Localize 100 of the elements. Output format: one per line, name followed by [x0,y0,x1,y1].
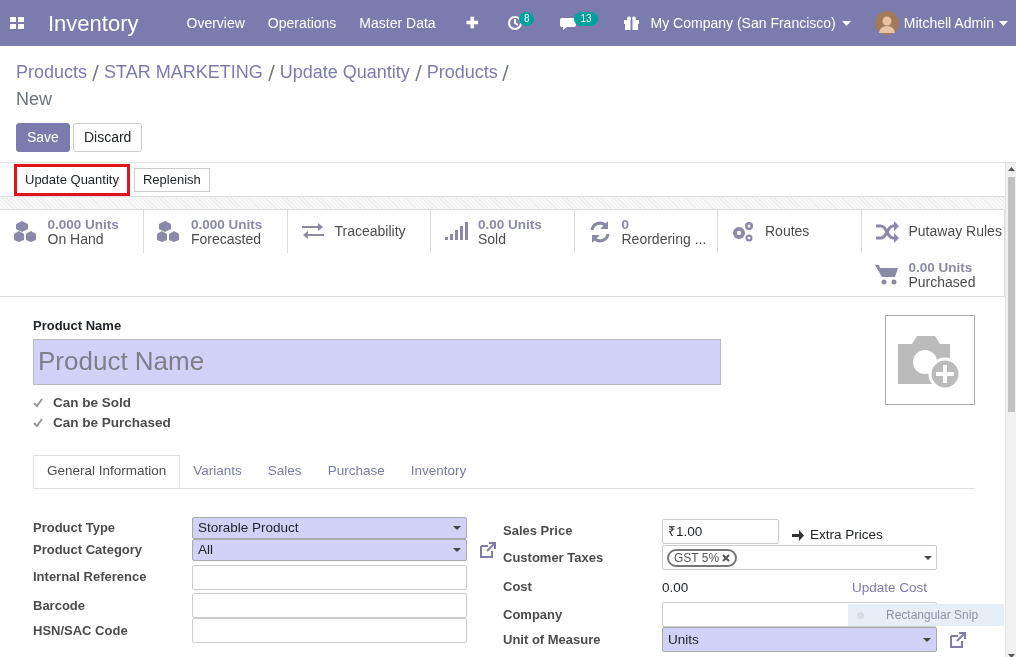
tags-field[interactable]: GST 5% [662,545,937,571]
scrollbar[interactable] [1005,163,1016,657]
tab[interactable]: Variants [180,455,255,488]
menu-item[interactable]: Master Data [359,12,436,34]
field-label: Unit of Measure [503,631,602,649]
cubes-icon [157,219,181,244]
action-button[interactable]: Update Quantity [14,163,130,196]
breadcrumb-link[interactable]: Products [16,59,88,86]
save-button[interactable]: Save [16,123,70,152]
action-button[interactable]: Replenish [133,167,210,192]
link-text: Extra Prices [810,526,883,544]
field-label: Internal Reference [33,568,148,587]
select-field[interactable]: Units [662,627,937,653]
input-field[interactable] [192,618,467,643]
slash-icon [267,65,275,81]
stat-value: 0.00 Units [478,216,542,232]
external-link-icon[interactable] [479,541,497,559]
stat-button[interactable]: Routes [718,210,862,253]
field-label: Product Category [33,541,144,560]
breadcrumb-link[interactable]: STAR MARKETING [104,59,263,86]
field-label: HSN/SAC Code [33,621,129,640]
app-name[interactable]: Inventory [48,6,139,40]
activity-badge: 8 [518,12,535,26]
tab[interactable]: Inventory [397,455,480,488]
caret-icon [999,20,1008,26]
stat-label: Forecasted [191,231,263,247]
field-label: Product Type [33,519,117,538]
scroll-up-icon [1007,167,1015,171]
slash-icon [92,65,100,81]
select-field[interactable]: All [192,539,467,561]
external-link-icon[interactable] [949,630,967,649]
checkbox-option[interactable]: Can be Purchased [33,412,721,433]
stat-label: Reordering ... [621,231,707,247]
menu-item[interactable]: Overview [186,12,245,34]
gift-icon [623,16,639,30]
stat-button[interactable]: 0.000 Units Forecasted [144,210,288,253]
stat-label: Routes [765,224,810,239]
scroll-down-icon [1007,654,1015,657]
image-placeholder[interactable] [885,315,975,405]
price-field[interactable]: ₹1.00 [662,518,779,544]
field-label: Customer Taxes [503,549,605,567]
dropdown-caret-icon [453,548,461,552]
discard-button[interactable]: Discard [72,123,143,152]
stat-label: Putaway Rules [908,224,1002,239]
slash-icon [414,65,422,81]
cart-icon [874,262,899,287]
company-name: My Company (San Francisco) [650,13,836,33]
stat-button[interactable]: Traceability [287,210,431,253]
field-label: Sales Price [503,522,574,541]
stat-label: Traceability [334,224,406,239]
cubes-icon [13,219,38,244]
dropdown-caret-icon [453,526,461,530]
company-switcher[interactable]: My Company (San Francisco) [650,12,851,34]
select-value: All [198,540,213,559]
stat-button[interactable]: 0.000 Units On Hand [0,210,144,253]
input-field[interactable] [192,593,467,618]
select-field[interactable]: Storable Product [192,517,467,539]
extra-prices-link[interactable]: Extra Prices [792,525,883,546]
messages-badge: 13 [574,12,598,26]
checkbox[interactable] [33,417,43,428]
field-label: Product Name [33,317,123,335]
stat-value: 0.000 Units [47,216,119,232]
breadcrumb-link[interactable]: Products [426,59,498,86]
stat-value: 0.00 Units [908,259,974,275]
avatar-icon [874,11,899,35]
scrollbar-thumb[interactable] [1007,177,1015,412]
breadcrumb-link[interactable]: Update Quantity [279,59,410,86]
select-value: Units [668,630,699,649]
stat-button[interactable]: 0 Reordering ... [574,210,718,253]
stat-label: Sold [478,231,508,247]
tab[interactable]: General Information [33,455,181,488]
chat-icon [560,16,577,30]
breadcrumb-current: New [16,88,52,111]
dropdown-caret-icon [923,637,931,642]
stat-value: 0 [621,216,630,232]
checkbox-option[interactable]: Can be Sold [33,392,721,413]
field-label: Cost [503,577,533,596]
product-name-field[interactable]: Product Name [33,338,721,385]
stat-label: Purchased [908,274,976,290]
checkbox-label: Can be Purchased [53,413,171,432]
user-name: Mitchell Admin [903,13,994,33]
arrow-right-icon [792,529,804,541]
caret-icon [841,20,851,26]
checkbox[interactable] [33,397,43,408]
select-value: Storable Product [198,518,299,537]
shuffle-icon [874,219,899,244]
menu-item[interactable]: Operations [267,12,337,34]
user-menu[interactable]: Mitchell Admin [874,11,1008,35]
add-icon[interactable]: ✚ [465,11,479,35]
tab[interactable]: Sales [254,455,315,488]
tooltip-text: Rectangular Snip [886,607,979,624]
remove-icon [722,553,731,562]
clock-icon [507,16,522,30]
stat-button[interactable]: 0.00 Units Sold [431,210,575,253]
tag[interactable]: GST 5% [667,548,738,567]
tab[interactable]: Purchase [314,455,398,488]
stat-label: On Hand [47,231,105,247]
update-cost-link[interactable]: Update Cost [851,578,927,599]
field-value: 0.00 [662,579,689,598]
input-field[interactable] [192,564,467,590]
